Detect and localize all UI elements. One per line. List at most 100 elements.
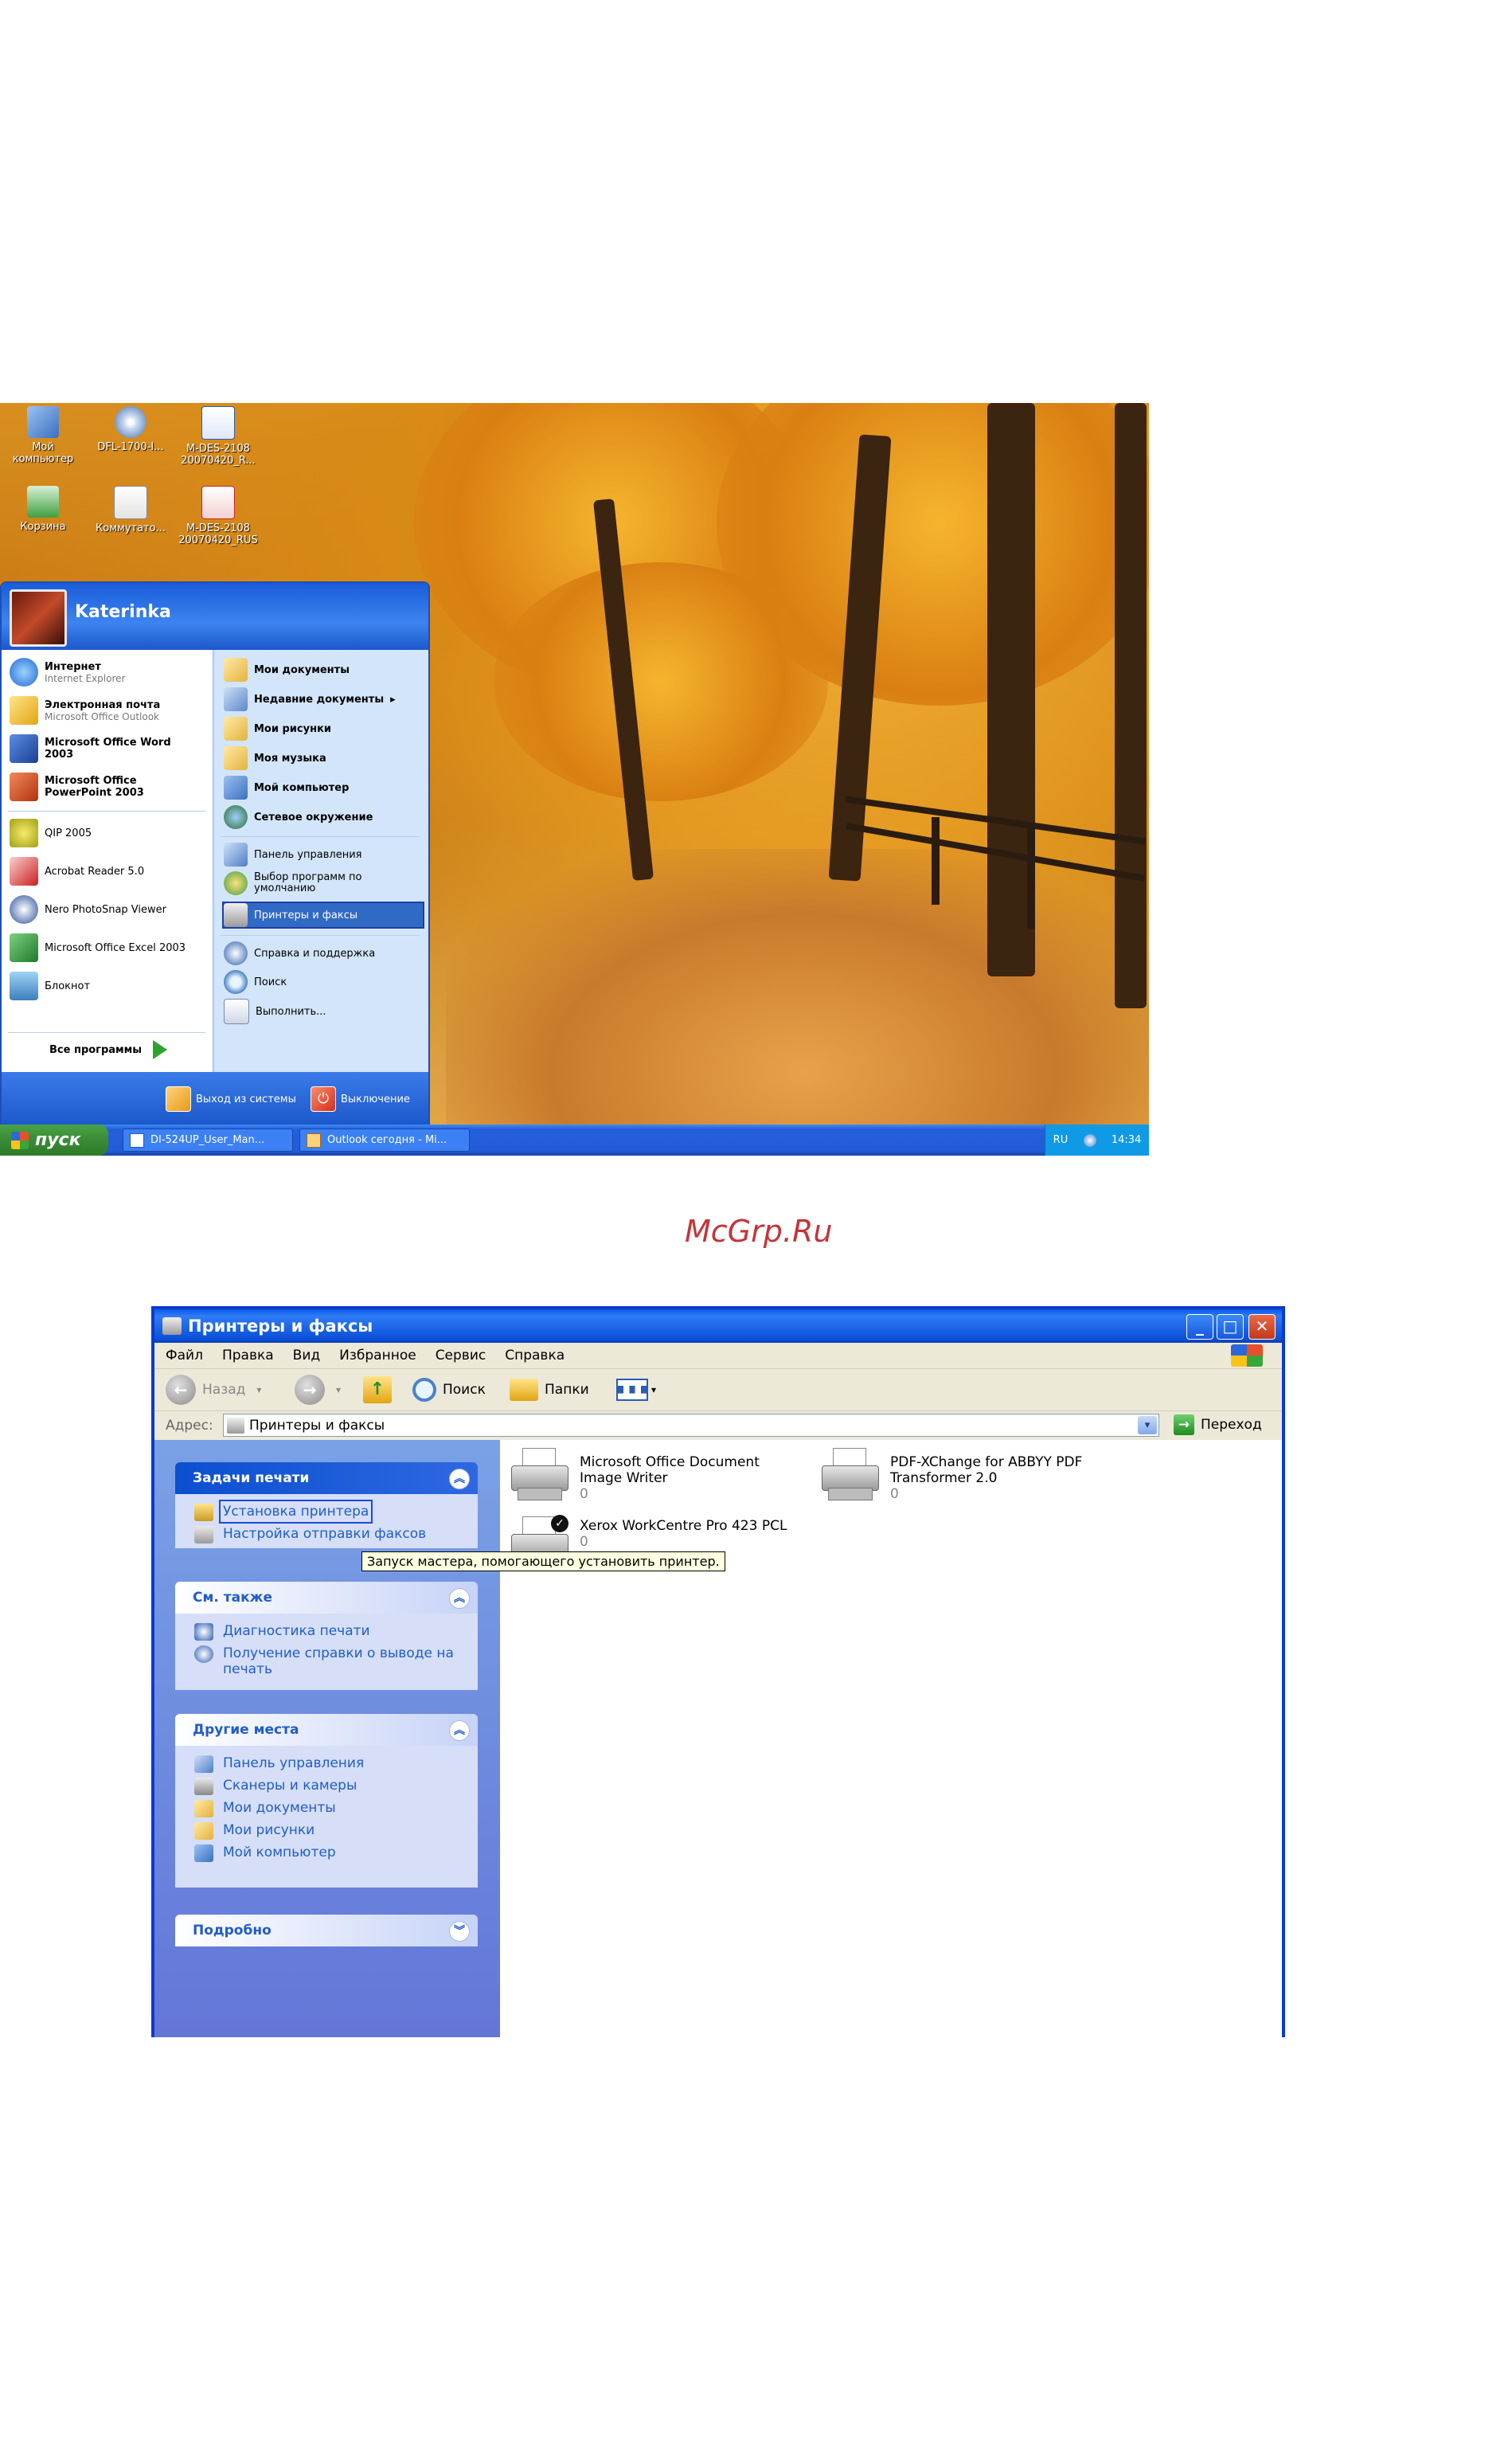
chevron-up-icon[interactable]: ︽: [449, 1469, 470, 1489]
start-right-label: Панель управления: [254, 848, 362, 861]
forward-button[interactable]: → ▾: [295, 1374, 341, 1406]
title-bar[interactable]: Принтеры и факсы _ □ ✕: [154, 1309, 1282, 1343]
start-item-qip[interactable]: QIP 2005: [10, 819, 92, 847]
start-menu-left-column: Интернет Internet Explorer Электронная по…: [2, 650, 212, 1072]
start-right-my-computer[interactable]: Мой компьютер: [224, 776, 423, 800]
menu-help[interactable]: Справка: [505, 1348, 565, 1363]
start-item-powerpoint[interactable]: Microsoft Office PowerPoint 2003: [10, 773, 201, 801]
start-item-word[interactable]: Microsoft Office Word 2003: [10, 734, 201, 763]
search-button[interactable]: Поиск: [412, 1374, 486, 1406]
link-print-troubleshoot[interactable]: Диагностика печати: [194, 1623, 478, 1641]
chevron-down-icon: ▾: [256, 1384, 262, 1395]
windows-logo-icon: [1231, 1344, 1263, 1367]
maximize-button[interactable]: □: [1217, 1314, 1244, 1340]
printer-item[interactable]: Microsoft Office Document Image Writer 0: [508, 1446, 811, 1518]
language-indicator[interactable]: RU: [1053, 1134, 1069, 1146]
power-icon: ⏻: [311, 1086, 336, 1112]
start-item-notepad[interactable]: Блокнот: [10, 972, 90, 1000]
back-label: Назад: [202, 1382, 246, 1398]
panel-header[interactable]: Подробно ︾: [175, 1915, 478, 1946]
network-status-icon[interactable]: [1083, 1133, 1096, 1147]
start-right-search[interactable]: Поиск: [224, 970, 423, 994]
up-folder-button[interactable]: ↑: [363, 1374, 392, 1406]
start-right-my-music[interactable]: Моя музыка: [224, 746, 423, 770]
panel-body: Установка принтера Настройка отправки фа…: [175, 1494, 478, 1543]
address-input[interactable]: Принтеры и факсы ▾: [223, 1414, 1159, 1437]
menu-tools[interactable]: Сервис: [436, 1348, 486, 1363]
link-control-panel[interactable]: Панель управления: [194, 1755, 478, 1773]
link-print-help[interactable]: Получение справки о выводе на печать: [194, 1645, 478, 1677]
panel-header[interactable]: Другие места ︽: [175, 1714, 478, 1746]
start-menu-right-column: Мои документы Недавние документы ▸ Мои ри…: [213, 650, 428, 1072]
windows-logo-icon: [11, 1131, 29, 1149]
minimize-button[interactable]: _: [1186, 1314, 1213, 1340]
desktop-icon[interactable]: DFL-1700-I...: [91, 406, 170, 453]
link-my-computer[interactable]: Мой компьютер: [194, 1845, 478, 1862]
start-item-acrobat[interactable]: Acrobat Reader 5.0: [10, 857, 144, 886]
desktop-icon[interactable]: M-DES-2108 20070420_RUS: [178, 486, 258, 546]
panel-print-tasks: Задачи печати ︽ Установка принтера Настр…: [175, 1462, 478, 1548]
desktop-icon[interactable]: Мой компьютер: [3, 406, 83, 465]
start-right-label: Выполнить...: [256, 1005, 326, 1018]
link-my-pictures[interactable]: Мои рисунки: [194, 1822, 478, 1840]
chevron-up-icon[interactable]: ︽: [449, 1588, 470, 1609]
link-label: Панель управления: [223, 1755, 365, 1771]
powerpoint-icon: [10, 773, 38, 801]
views-button[interactable]: ▾: [616, 1374, 656, 1406]
start-right-recent-documents[interactable]: Недавние документы ▸: [224, 687, 423, 711]
taskbar-button[interactable]: DI-524UP_User_Man...: [123, 1129, 293, 1152]
start-right-control-panel[interactable]: Панель управления: [224, 843, 423, 867]
panel-header[interactable]: См. также ︽: [175, 1582, 478, 1614]
link-label: Получение справки о выводе на печать: [223, 1645, 454, 1677]
start-right-run[interactable]: Выполнить...: [224, 999, 423, 1024]
desktop-icon[interactable]: Коммутато...: [91, 486, 170, 534]
close-button[interactable]: ✕: [1248, 1314, 1276, 1340]
start-right-default-programs[interactable]: Выбор программ по умолчанию: [224, 871, 423, 895]
add-printer-icon: [194, 1504, 213, 1521]
link-scanners-cameras[interactable]: Сканеры и камеры: [194, 1778, 478, 1795]
back-button[interactable]: ← Назад ▾: [166, 1374, 261, 1406]
start-right-my-pictures[interactable]: Мои рисунки: [224, 717, 423, 741]
panel-header[interactable]: Задачи печати ︽: [175, 1462, 478, 1494]
avatar[interactable]: [10, 589, 67, 647]
chevron-up-icon[interactable]: ︽: [449, 1720, 470, 1741]
printer-name: PDF-XChange for ABBYY PDF Transformer 2.…: [890, 1454, 1083, 1486]
all-programs-button[interactable]: Все программы: [49, 1040, 168, 1059]
recent-documents-icon: [224, 687, 248, 711]
taskbar-button[interactable]: Outlook сегодня - Mi...: [299, 1129, 470, 1152]
start-item-email[interactable]: Электронная почта Microsoft Office Outloo…: [10, 696, 160, 725]
shutdown-button[interactable]: ⏻ Выключение: [311, 1086, 410, 1112]
printer-status: 0: [890, 1486, 899, 1502]
link-fax-setup[interactable]: Настройка отправки факсов: [194, 1526, 478, 1543]
menu-file[interactable]: Файл: [166, 1348, 203, 1363]
start-right-help[interactable]: Справка и поддержка: [224, 941, 423, 965]
folders-button[interactable]: Папки: [510, 1374, 589, 1406]
start-right-printers-faxes[interactable]: Принтеры и факсы: [222, 902, 424, 929]
address-dropdown-button[interactable]: ▾: [1138, 1416, 1157, 1434]
start-right-my-documents[interactable]: Мои документы: [224, 658, 423, 682]
desktop-screenshot: Мой компьютер DFL-1700-I... M-DES-2108 2…: [0, 403, 1149, 1156]
link-my-documents[interactable]: Мои документы: [194, 1800, 478, 1817]
printer-name: Microsoft Office Document Image Writer: [580, 1454, 760, 1486]
printer-item[interactable]: PDF-XChange for ABBYY PDF Transformer 2.…: [819, 1446, 1137, 1518]
chevron-down-icon[interactable]: ︾: [449, 1921, 470, 1942]
start-item-excel[interactable]: Microsoft Office Excel 2003: [10, 933, 186, 962]
my-pictures-icon: [194, 1822, 213, 1840]
start-button[interactable]: пуск: [0, 1125, 108, 1156]
desktop-icon[interactable]: M-DES-2108 20070420_R...: [178, 406, 258, 467]
menu-edit[interactable]: Правка: [222, 1348, 274, 1363]
menu-view[interactable]: Вид: [293, 1348, 320, 1363]
recycle-bin-icon: [27, 486, 59, 518]
panel-title: Задачи печати: [193, 1470, 310, 1486]
start-item-internet[interactable]: Интернет Internet Explorer: [10, 658, 125, 687]
desktop-icon[interactable]: Корзина: [3, 486, 83, 533]
printer-name: Xerox WorkCentre Pro 423 PCL: [580, 1518, 787, 1534]
link-add-printer[interactable]: Установка принтера: [194, 1500, 478, 1524]
start-item-nero[interactable]: Nero PhotoSnap Viewer: [10, 895, 166, 924]
default-check-icon: ✓: [551, 1515, 568, 1532]
go-button[interactable]: → Переход: [1174, 1414, 1262, 1435]
logoff-button[interactable]: Выход из системы: [166, 1086, 296, 1112]
tooltip: Запуск мастера, помогающего установить п…: [361, 1551, 725, 1571]
menu-favorites[interactable]: Избранное: [339, 1348, 416, 1363]
start-right-network[interactable]: Сетевое окружение: [224, 805, 423, 829]
